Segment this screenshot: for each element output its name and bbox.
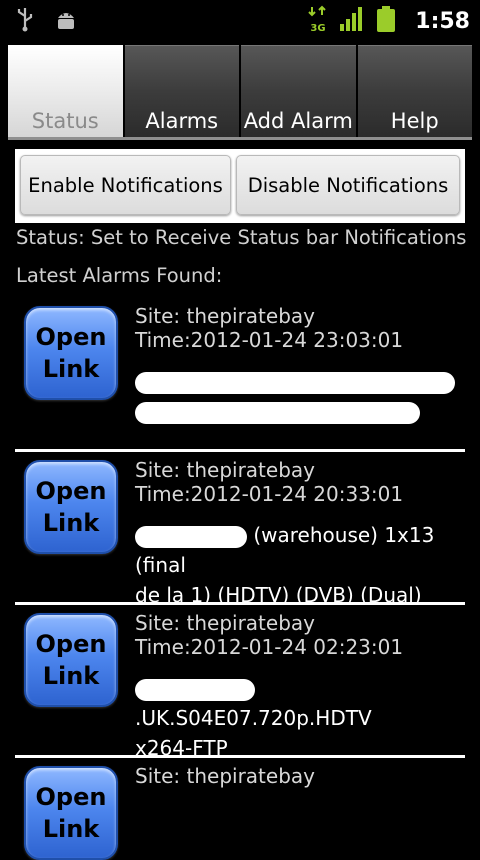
- open-link-label-line2: Link: [42, 815, 100, 843]
- tab-add-alarm[interactable]: Add Alarm: [241, 45, 356, 137]
- alarm-site: Site: thepiratebay: [135, 458, 315, 482]
- alarm-title-line1: .UK.S04E07.720p.HDTV: [135, 706, 372, 730]
- alarm-divider: [15, 602, 465, 605]
- open-link-button[interactable]: Open Link: [24, 613, 118, 707]
- data-3g-icon: 3G: [307, 5, 329, 37]
- alarm-title: (warehouse) 1x13 (final de la 1) (HDTV) …: [135, 520, 465, 610]
- open-link-label-line1: Open: [35, 630, 107, 658]
- tab-underline: [8, 137, 472, 140]
- alarm-time: Time:2012-01-24 23:03:01: [135, 328, 404, 352]
- open-link-label-line1: Open: [35, 477, 107, 505]
- tab-alarms[interactable]: Alarms: [124, 45, 239, 137]
- enable-notifications-button[interactable]: Enable Notifications: [20, 155, 231, 215]
- alarm-site: Site: thepiratebay: [135, 764, 315, 788]
- usb-icon: [14, 6, 36, 36]
- disable-notifications-button[interactable]: Disable Notifications: [236, 155, 460, 215]
- tab-add-alarm-label: Add Alarm: [243, 109, 353, 133]
- redacted-text: [135, 371, 455, 394]
- alarm-site: Site: thepiratebay: [135, 304, 315, 328]
- open-link-button[interactable]: Open Link: [24, 766, 118, 860]
- alarm-time: Time:2012-01-24 02:23:01: [135, 635, 404, 659]
- open-link-button[interactable]: Open Link: [24, 306, 118, 400]
- alarm-title: [135, 366, 465, 426]
- alarm-title: .UK.S04E07.720p.HDTV x264-FTP: [135, 673, 465, 763]
- tab-alarms-label: Alarms: [145, 109, 219, 133]
- clock: 1:58: [415, 8, 470, 34]
- redacted-text: [135, 525, 247, 548]
- latest-alarms-label: Latest Alarms Found:: [16, 264, 223, 287]
- alarm-divider: [15, 449, 465, 452]
- status-text: Status: Set to Receive Status bar Notifi…: [16, 226, 467, 249]
- signal-icon: [339, 6, 365, 36]
- open-link-button[interactable]: Open Link: [24, 460, 118, 554]
- tab-status[interactable]: Status: [8, 45, 123, 137]
- open-link-label-line1: Open: [35, 783, 107, 811]
- open-link-label-line2: Link: [42, 509, 100, 537]
- tab-status-label: Status: [31, 109, 99, 133]
- redacted-text: [135, 401, 420, 424]
- alarm-site: Site: thepiratebay: [135, 611, 315, 635]
- tab-help-label: Help: [390, 109, 439, 133]
- android-debug-icon: [54, 7, 78, 35]
- svg-text:3G: 3G: [311, 23, 326, 33]
- battery-icon: [375, 5, 397, 37]
- alarm-time: Time:2012-01-24 20:33:01: [135, 482, 404, 506]
- open-link-label-line2: Link: [42, 355, 100, 383]
- open-link-label-line2: Link: [42, 662, 100, 690]
- status-bar: 3G 1:58: [0, 0, 480, 38]
- tab-help[interactable]: Help: [357, 45, 472, 137]
- redacted-text: [135, 678, 255, 701]
- alarm-divider: [15, 755, 465, 758]
- notification-button-panel: Enable Notifications Disable Notificatio…: [15, 149, 465, 223]
- open-link-label-line1: Open: [35, 323, 107, 351]
- tab-bar: Status Alarms Add Alarm Help: [8, 45, 472, 137]
